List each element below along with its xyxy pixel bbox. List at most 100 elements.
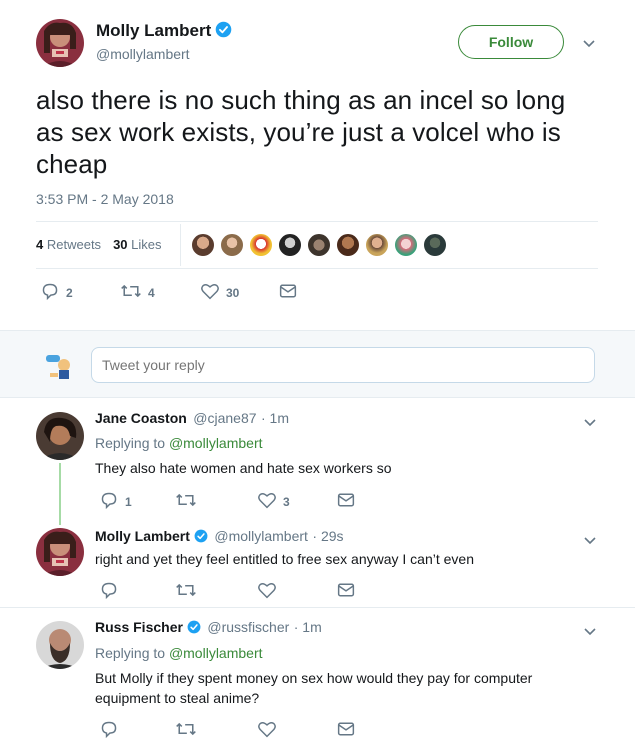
like-icon (257, 581, 283, 602)
reply-author-name[interactable]: Russ Fischer (95, 619, 183, 635)
reply-header: Russ Fischer @russfischer · 1m (95, 619, 322, 639)
replying-to: Replying to @mollylambert (95, 435, 263, 451)
message-button[interactable] (337, 721, 361, 740)
reply-actions (95, 581, 365, 602)
message-button[interactable] (337, 492, 361, 511)
retweet-button[interactable]: 4 (120, 282, 155, 303)
reply-header: Jane Coaston @cjane87 · 1m (95, 410, 289, 428)
retweets-label: Retweets (46, 237, 102, 252)
reply-button[interactable] (99, 720, 125, 741)
chevron-down-icon[interactable] (583, 415, 597, 433)
author-avatar[interactable] (36, 19, 84, 67)
like-count: 3 (283, 494, 290, 509)
retweets-stat[interactable]: 4 Retweets (36, 237, 101, 252)
message-button[interactable] (337, 582, 361, 601)
reply-author-handle[interactable]: @russfischer (207, 619, 289, 635)
replying-to-link[interactable]: @mollylambert (169, 645, 263, 661)
user-avatar[interactable] (42, 347, 78, 383)
like-button[interactable]: 30 (200, 282, 239, 303)
follow-button[interactable]: Follow (458, 25, 564, 59)
verified-icon (215, 21, 232, 43)
reply-text: right and yet they feel entitled to free… (95, 551, 474, 567)
reply-actions: 1 3 (95, 491, 365, 512)
liker-avatar[interactable] (423, 233, 447, 257)
reply-button[interactable]: 2 (40, 282, 73, 303)
tweet-stats: 4 Retweets 30 Likes (36, 237, 162, 252)
like-button[interactable] (257, 720, 283, 741)
chevron-down-icon[interactable] (583, 624, 597, 642)
likes-count: 30 (113, 237, 128, 252)
likes-stat[interactable]: 30 Likes (113, 237, 161, 252)
reply-input[interactable] (91, 347, 595, 383)
thread-line (59, 463, 61, 525)
replying-to-link[interactable]: @mollylambert (169, 435, 263, 451)
reply-icon (99, 491, 125, 512)
message-icon (279, 283, 303, 302)
liker-avatar[interactable] (307, 233, 331, 257)
replying-to-prefix: Replying to (95, 435, 166, 451)
retweet-button[interactable] (175, 720, 203, 741)
liker-avatar[interactable] (336, 233, 360, 257)
retweet-button[interactable] (175, 581, 203, 602)
message-icon (337, 582, 361, 601)
reply-avatar[interactable] (36, 621, 84, 669)
reply-text: They also hate women and hate sex worker… (95, 460, 392, 476)
reply-icon (40, 282, 66, 303)
like-icon (257, 720, 283, 741)
liker-avatar[interactable] (191, 233, 215, 257)
like-button[interactable] (257, 581, 283, 602)
chevron-down-icon[interactable] (583, 533, 597, 551)
reply-count: 2 (66, 285, 73, 300)
reply-actions (95, 720, 365, 741)
retweet-button[interactable] (175, 491, 203, 512)
reply-avatar[interactable] (36, 412, 84, 460)
stats-separator (180, 224, 181, 266)
reply-text-line-1: But Molly if they spent money on sex how… (95, 670, 533, 686)
retweet-icon (175, 581, 203, 602)
tweet-timestamp[interactable]: 3:53 PM - 2 May 2018 (36, 191, 174, 207)
verified-icon (194, 529, 208, 548)
reply-button[interactable]: 1 (99, 491, 132, 512)
reply-author-handle[interactable]: @cjane87 (193, 410, 256, 426)
author-name[interactable]: Molly Lambert (96, 21, 211, 40)
reply-text-line-2: equipment to steal anime? (95, 690, 260, 706)
retweet-count: 4 (148, 285, 155, 300)
liker-avatar[interactable] (220, 233, 244, 257)
reply-time[interactable]: · 1m (261, 410, 289, 426)
like-count: 30 (226, 285, 240, 300)
reply-avatar[interactable] (36, 528, 84, 576)
replying-to-prefix: Replying to (95, 645, 166, 661)
chevron-down-icon[interactable] (582, 36, 596, 54)
like-icon (200, 282, 226, 303)
reply-button[interactable] (99, 581, 125, 602)
message-button[interactable] (279, 283, 303, 302)
reply-count: 1 (125, 494, 132, 509)
tweet-text: also there is no such thing as an incel … (36, 85, 566, 179)
like-button[interactable]: 3 (257, 491, 290, 512)
replying-to: Replying to @mollylambert (95, 645, 263, 661)
message-icon (337, 492, 361, 511)
reply-author-name[interactable]: Jane Coaston (95, 410, 187, 426)
like-icon (257, 491, 283, 512)
reply-composer (0, 330, 635, 398)
liker-avatar[interactable] (249, 233, 273, 257)
retweet-icon (175, 720, 203, 741)
tweet-actions: 2 4 30 (36, 282, 336, 302)
liker-avatar[interactable] (365, 233, 389, 257)
divider (36, 221, 598, 222)
reply-author-name[interactable]: Molly Lambert (95, 528, 190, 544)
divider (0, 607, 635, 608)
author-handle[interactable]: @mollylambert (96, 46, 190, 62)
retweet-icon (175, 491, 203, 512)
reply-author-handle[interactable]: @mollylambert (214, 528, 308, 544)
message-icon (337, 721, 361, 740)
reply-time[interactable]: · 29s (312, 528, 343, 544)
liker-avatar[interactable] (278, 233, 302, 257)
reply-time[interactable]: · 1m (294, 619, 322, 635)
likers-list (191, 233, 447, 257)
reply-icon (99, 581, 125, 602)
liker-avatar[interactable] (394, 233, 418, 257)
likes-label: Likes (131, 237, 162, 252)
verified-icon (187, 620, 201, 639)
divider (36, 268, 598, 269)
